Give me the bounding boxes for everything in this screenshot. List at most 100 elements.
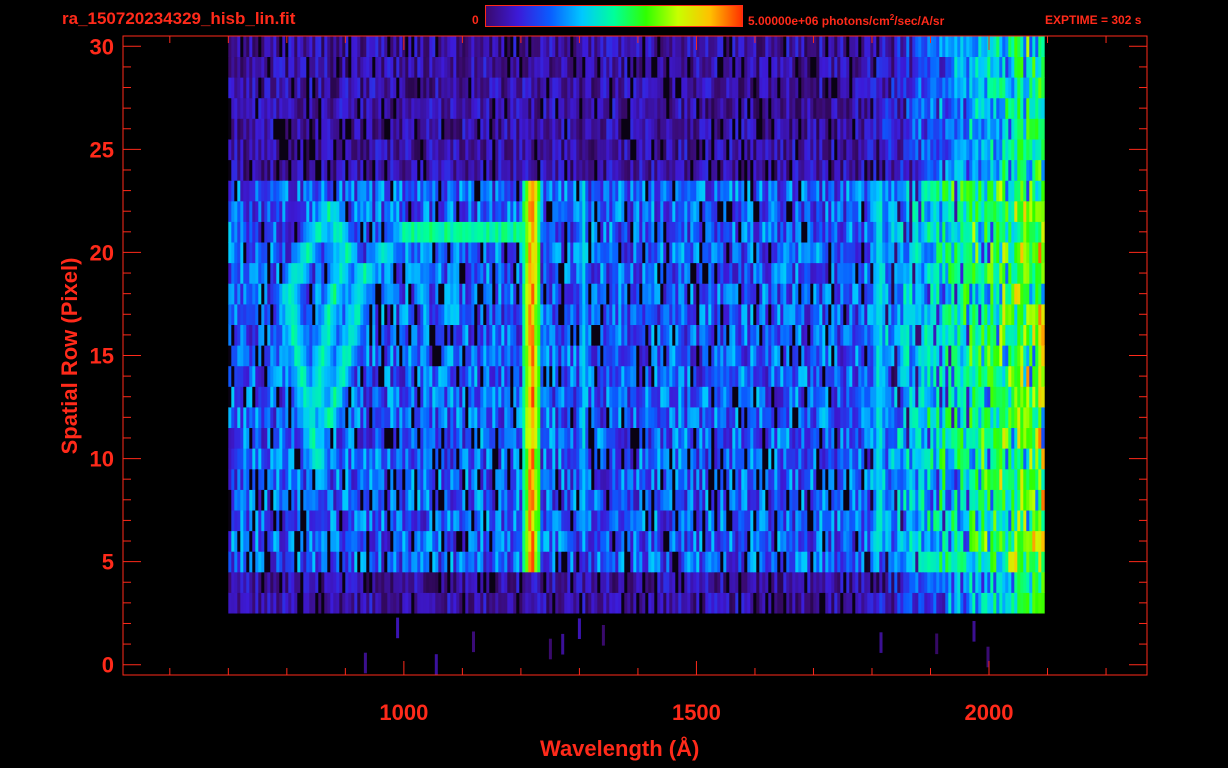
heatmap-cell [540, 407, 544, 429]
heatmap-cell [318, 571, 322, 593]
heatmap-cell [885, 571, 889, 593]
heatmap-cell [477, 530, 481, 552]
heatmap-cell [810, 304, 814, 326]
heatmap-cell [969, 283, 973, 305]
heatmap-cell [831, 489, 835, 511]
heatmap-cell [693, 448, 697, 470]
heatmap-cell [306, 242, 310, 264]
heatmap-cell [576, 468, 580, 490]
heatmap-cell [450, 530, 454, 552]
heatmap-cell [624, 571, 628, 593]
heatmap-cell [552, 427, 556, 449]
heatmap-cell [906, 530, 910, 552]
heatmap-cell [549, 489, 553, 511]
heatmap-cell [498, 365, 502, 387]
heatmap-cell [510, 468, 514, 490]
heatmap-cell [624, 407, 628, 429]
heatmap-cell [507, 571, 511, 593]
heatmap-cell [309, 427, 313, 449]
heatmap-cell [567, 407, 571, 429]
heatmap-cell [1035, 407, 1039, 429]
heatmap-cell [561, 592, 565, 614]
heatmap-cell [708, 407, 712, 429]
heatmap-cell [609, 262, 613, 284]
heatmap-cell [687, 386, 691, 408]
heatmap-cell [897, 592, 901, 614]
heatmap-cell [777, 324, 781, 346]
heatmap-cell [267, 551, 271, 573]
heatmap-cell [390, 365, 394, 387]
heatmap-cell [597, 242, 601, 264]
heatmap-cell [762, 510, 766, 532]
heatmap-cell [459, 221, 463, 243]
heatmap-cell [555, 551, 559, 573]
heatmap-cell [354, 345, 358, 367]
heatmap-cell [405, 468, 409, 490]
heatmap-cell [894, 530, 898, 552]
heatmap-cell [951, 304, 955, 326]
heatmap-cell [237, 530, 241, 552]
heatmap-cell [837, 283, 841, 305]
heatmap-cell [501, 283, 505, 305]
heatmap-cell [618, 530, 622, 552]
heatmap-cell [882, 530, 886, 552]
heatmap-cell [456, 551, 460, 573]
heatmap-cell [336, 530, 340, 552]
heatmap-cell [996, 242, 1000, 264]
heatmap-cell [594, 530, 598, 552]
heatmap-cell [792, 427, 796, 449]
heatmap-cell [726, 468, 730, 490]
heatmap-cell [234, 221, 238, 243]
heatmap-cell [801, 551, 805, 573]
heatmap-cell [849, 304, 853, 326]
heatmap-cell [783, 489, 787, 511]
heatmap-cell [351, 365, 355, 387]
heatmap-cell [570, 407, 574, 429]
heatmap-cell [1011, 345, 1015, 367]
heatmap-cell [705, 468, 709, 490]
heatmap-cell [891, 592, 895, 614]
heatmap-cell [381, 221, 385, 243]
heatmap-cell [570, 345, 574, 367]
heatmap-cell [600, 386, 604, 408]
heatmap-cell [861, 551, 865, 573]
heatmap-cell [495, 592, 499, 614]
heatmap-cell [999, 427, 1003, 449]
heatmap-cell [423, 407, 427, 429]
heatmap-cell [597, 592, 601, 614]
heatmap-cell [849, 324, 853, 346]
heatmap-cell [780, 592, 784, 614]
heatmap-cell [369, 386, 373, 408]
heatmap-cell [798, 592, 802, 614]
heatmap-cell [552, 468, 556, 490]
heatmap-cell [738, 510, 742, 532]
heatmap-cell [957, 386, 961, 408]
heatmap-cell [252, 592, 256, 614]
heatmap-cell [843, 324, 847, 346]
heatmap-cell [852, 592, 856, 614]
heatmap-cell [486, 242, 490, 264]
heatmap-cell [834, 510, 838, 532]
heatmap-cell [903, 468, 907, 490]
heatmap-cell [243, 530, 247, 552]
heatmap-cell [849, 345, 853, 367]
heatmap-cell [309, 468, 313, 490]
heatmap-cell [927, 551, 931, 573]
heatmap-cell [942, 304, 946, 326]
heatmap-cell [801, 283, 805, 305]
heatmap-cell [612, 407, 616, 429]
heatmap-cell [828, 592, 832, 614]
heatmap-cell [555, 510, 559, 532]
heatmap-cell [303, 448, 307, 470]
heatmap-cell [618, 592, 622, 614]
heatmap-cell [543, 571, 547, 593]
heatmap-cell [672, 365, 676, 387]
heatmap-cell [747, 324, 751, 346]
heatmap-cell [684, 592, 688, 614]
heatmap-cell [582, 489, 586, 511]
heatmap-cell [240, 304, 244, 326]
heatmap-cell [990, 427, 994, 449]
heatmap-cell [249, 468, 253, 490]
heatmap-cell [942, 510, 946, 532]
heatmap-cell [903, 386, 907, 408]
